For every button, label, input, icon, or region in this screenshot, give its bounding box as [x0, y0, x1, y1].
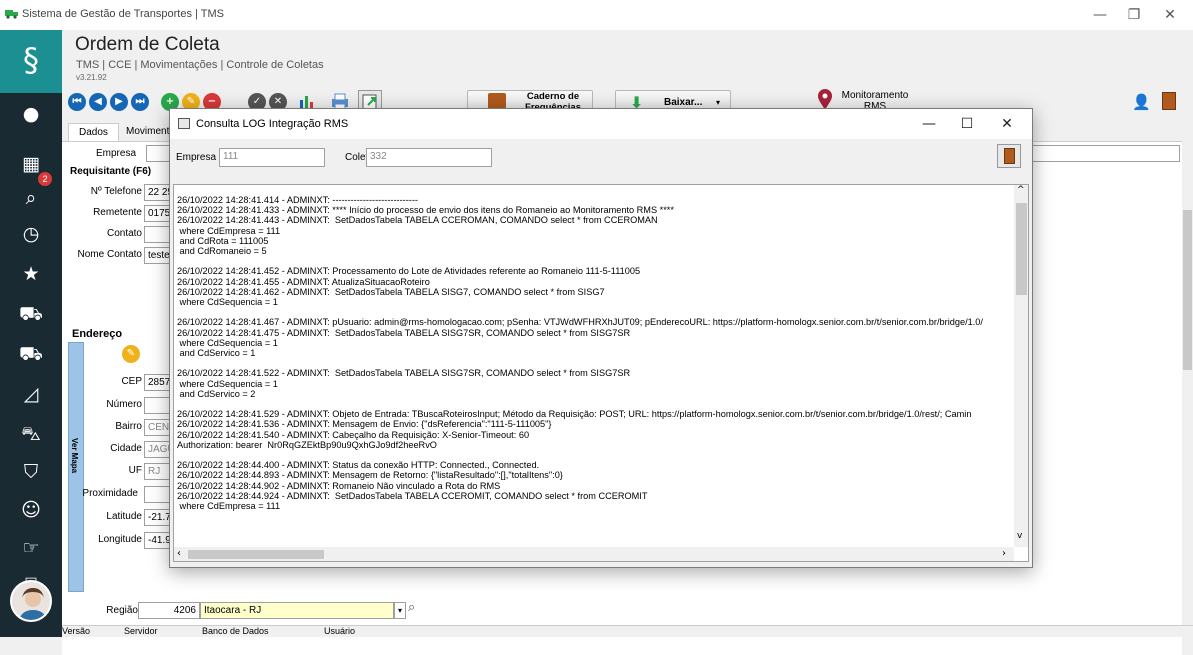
status-banco: Banco de Dados [202, 626, 269, 636]
exit-door-icon [1004, 148, 1015, 164]
truck-app-icon [5, 10, 18, 19]
search-icon[interactable]: ⌕ [0, 180, 62, 216]
scroll-up-icon[interactable]: ^ [1017, 185, 1025, 195]
requisitante-title: Requisitante (F6) [70, 166, 152, 177]
empresa-label: Empresa [95, 148, 136, 159]
star-icon[interactable]: ★ [0, 256, 62, 292]
cep-label: CEP [121, 376, 142, 387]
close-button[interactable]: ✕ [1147, 0, 1193, 30]
regiao-name-field[interactable]: Itaocara - RJ [200, 602, 394, 619]
dialog-empresa-field[interactable]: 111 [219, 148, 325, 167]
tab-dados[interactable]: Dados [68, 123, 119, 141]
handshake-icon[interactable]: ☞ [0, 530, 62, 566]
avatar-image [18, 588, 48, 620]
page-title: Ordem de Coleta [75, 34, 220, 55]
sidebar: § ● ▦ 2 ⌕ ◷ ★ ⛟ ⛟ ◿ ⛍ ⛉ ☺ ☞ ▭ [0, 30, 62, 637]
vehicle-icon[interactable]: ⛍ [0, 416, 62, 452]
remetente-label: Remetente [93, 207, 142, 218]
ver-mapa-panel[interactable]: Ver Mapa [68, 342, 84, 592]
regiao-search-icon[interactable]: ⌕ [408, 600, 415, 615]
log-vertical-scrollbar[interactable]: ^ v [1014, 185, 1028, 547]
avatar[interactable] [10, 580, 52, 622]
telefone-label: Nº Telefone [90, 186, 142, 197]
driver-icon[interactable]: ☺ [0, 492, 62, 528]
bairro-label: Bairro [115, 421, 142, 432]
dialog-minimize-button[interactable]: — [910, 109, 948, 139]
truck-icon[interactable]: ⛟ [0, 296, 62, 332]
truck-icon[interactable]: ⛟ [0, 336, 62, 372]
baixar-label: Baixar... [664, 97, 703, 108]
version-label: v3.21.92 [76, 73, 107, 82]
breadcrumb: TMS | CCE | Movimentações | Controle de … [76, 59, 324, 71]
previous-record-icon[interactable]: ◀ [89, 93, 107, 111]
ver-mapa-label: Ver Mapa [70, 438, 79, 474]
shield-icon[interactable]: ⛉ [0, 454, 62, 490]
dialog-close-button[interactable]: ✕ [988, 109, 1026, 139]
log-textarea[interactable]: 26/10/2022 14:28:41.414 - ADMINXT: -----… [173, 184, 1029, 562]
status-usuario: Usuário [324, 626, 356, 636]
regiao-label: Região [106, 605, 138, 616]
status-versao: Versão [62, 626, 91, 636]
empresa-name-field[interactable] [1008, 145, 1180, 162]
log-hscroll-thumb[interactable] [188, 550, 324, 559]
regiao-code-field[interactable]: 4206 [138, 602, 200, 619]
cidade-label: Cidade [110, 443, 142, 454]
proximidade-label: Proximidade [82, 488, 138, 499]
dialog-title-bar: Consulta LOG Integração RMS — ☐ ✕ [170, 109, 1032, 139]
longitude-label: Longitude [98, 534, 142, 545]
log-horizontal-scrollbar[interactable]: ‹ › [174, 547, 1014, 561]
scroll-down-icon[interactable]: v [1017, 531, 1022, 541]
window-title-bar: Sistema de Gestão de Transportes | TMS —… [0, 0, 1193, 30]
app-title: Sistema de Gestão de Transportes | TMS [22, 8, 224, 20]
endereco-title: Endereço [72, 328, 123, 340]
user-settings-icon[interactable]: 👤 [1132, 93, 1151, 111]
log-text: 26/10/2022 14:28:41.414 - ADMINXT: -----… [177, 195, 983, 512]
scroll-right-icon[interactable]: › [1002, 548, 1006, 559]
scroll-left-icon[interactable]: ‹ [177, 548, 181, 559]
log-vscroll-thumb[interactable] [1016, 203, 1027, 295]
apps-icon[interactable]: ▦ [0, 146, 62, 182]
numero-label: Número [106, 399, 142, 410]
status-bar: Versão Servidor Banco de Dados Usuário [62, 625, 1193, 637]
user-icon[interactable]: ● [0, 96, 62, 132]
book-icon [488, 93, 506, 109]
next-record-icon[interactable]: ▶ [110, 93, 128, 111]
exit-door-icon[interactable] [1162, 92, 1176, 110]
dialog-exit-button[interactable] [997, 144, 1021, 168]
dialog-maximize-button[interactable]: ☐ [948, 109, 986, 139]
chart-icon[interactable]: ◿ [0, 376, 62, 412]
dropdown-chevron-icon: ▾ [716, 98, 721, 107]
window-icon [178, 118, 190, 129]
regiao-dropdown-icon[interactable]: ▾ [394, 602, 406, 619]
nome-contato-label: Nome Contato [77, 249, 142, 260]
latitude-label: Latitude [106, 511, 142, 522]
form-scrollbar[interactable] [1182, 160, 1193, 625]
dialog-coleta-field[interactable]: 332 [366, 148, 492, 167]
last-record-icon[interactable]: ⏭ [131, 93, 149, 111]
uf-label: UF [128, 465, 142, 476]
edit-address-icon[interactable]: ✎ [122, 345, 140, 363]
history-icon[interactable]: ◷ [0, 216, 62, 252]
contato-label: Contato [106, 228, 142, 239]
status-servidor: Servidor [124, 626, 158, 636]
dialog-title: Consulta LOG Integração RMS [196, 118, 349, 130]
log-dialog: Consulta LOG Integração RMS — ☐ ✕ Empres… [169, 108, 1033, 568]
logo[interactable]: § [0, 30, 62, 93]
first-record-icon[interactable]: ⏮ [68, 93, 86, 111]
dialog-empresa-label: Empresa [176, 152, 217, 163]
form-scrollbar-thumb[interactable] [1183, 210, 1192, 370]
